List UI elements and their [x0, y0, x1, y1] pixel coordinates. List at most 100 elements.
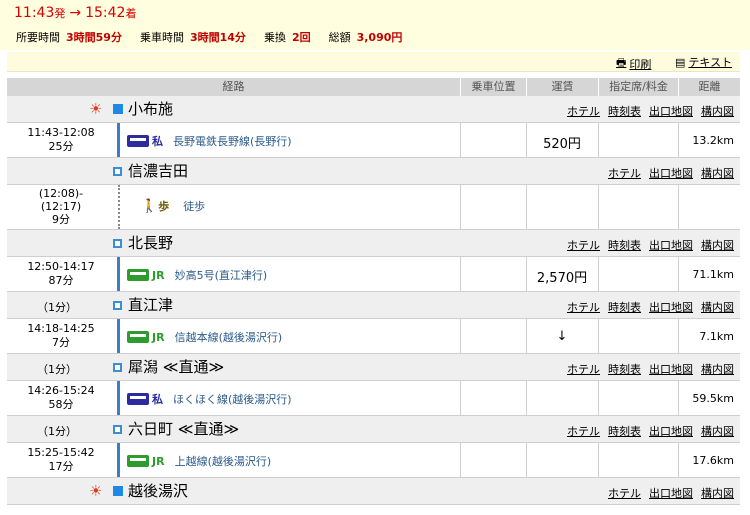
exitmap-link[interactable]: 出口地図 — [649, 423, 693, 439]
total-time-label: 所要時間 — [16, 31, 60, 44]
station-name[interactable]: 越後湯沢 — [128, 482, 188, 500]
hotel-link[interactable]: ホテル — [567, 361, 600, 377]
station-links: ホテル 出口地図 構内図 — [600, 485, 734, 501]
premises-link[interactable]: 構内図 — [701, 237, 734, 253]
col-route: 経路 — [222, 80, 245, 93]
timetable-link[interactable]: 時刻表 — [608, 299, 641, 315]
hotel-link[interactable]: ホテル — [608, 165, 641, 181]
route-table: ☀ 小布施 ホテル 時刻表 出口地図 構内図 11:43-12:08 25分私長野電鉄長野線(… — [7, 96, 740, 505]
distance-value: 7.1km — [699, 330, 734, 343]
station-name[interactable]: 六日町 ≪直通≫ — [128, 420, 239, 438]
route-summary-panel: 11:43発 → 15:42着 所要時間 3時間59分 乗車時間 3時間14分 乗換 2回… — [0, 0, 750, 50]
premises-link[interactable]: 構内図 — [701, 485, 734, 501]
station-name[interactable]: 犀潟 ≪直通≫ — [128, 358, 224, 376]
timetable-link[interactable]: 時刻表 — [608, 423, 641, 439]
walk-line — [118, 185, 120, 229]
distance-value: 59.5km — [692, 392, 734, 405]
document-icon: ▤ — [675, 55, 686, 69]
exitmap-link[interactable]: 出口地図 — [649, 299, 693, 315]
segment-time: 14:18-14:25 7分 — [27, 322, 95, 349]
line-name[interactable]: 妙高5号(直江津行) — [175, 267, 268, 283]
segment-row: 12:50-14:17 87分 JR 妙高5号(直江津行) 2,570円 71.1km — [7, 257, 740, 292]
segment-row: 15:25-15:42 17分 JR 上越線(越後湯沢行) 17.6km — [7, 443, 740, 478]
boarding-position-cell — [460, 381, 461, 415]
segment-time: (12:08)- (12:17) 9分 — [38, 187, 84, 226]
arrive-time: 15:42 — [85, 5, 126, 21]
depart-time: 11:43 — [14, 5, 55, 21]
route-line — [117, 443, 120, 477]
timetable-link[interactable]: 時刻表 — [608, 237, 641, 253]
total-time-value: 3時間59分 — [66, 31, 122, 44]
train-segment: JR 信越本線(越後湯沢行) — [127, 329, 282, 345]
line-name[interactable]: 信越本線(越後湯沢行) — [175, 329, 283, 345]
segment-time: 15:25-15:42 17分 — [27, 446, 95, 473]
distance-value: 13.2km — [692, 134, 734, 147]
timetable-link[interactable]: 時刻表 — [608, 361, 641, 377]
station-marker-icon — [113, 363, 122, 372]
hotel-link[interactable]: ホテル — [567, 423, 600, 439]
hotel-link[interactable]: ホテル — [608, 485, 641, 501]
segment-time: 14:26-15:24 58分 — [27, 384, 95, 411]
distance-value: 17.6km — [692, 454, 734, 467]
operator-badge: JR — [152, 454, 165, 468]
transfer-duration: （1分） — [37, 425, 77, 438]
train-icon — [127, 455, 149, 467]
hotel-link[interactable]: ホテル — [567, 237, 600, 253]
line-name[interactable]: 長野電鉄長野線(長野行) — [173, 133, 292, 149]
segment-row: 11:43-12:08 25分 私長野電鉄長野線(長野行) 520円 13.2km — [7, 123, 740, 158]
route-line — [117, 319, 120, 353]
printer-icon: 🖶 — [616, 56, 627, 69]
hotel-link[interactable]: ホテル — [567, 299, 600, 315]
line-name[interactable]: ほくほく線(越後湯沢行) — [173, 391, 292, 407]
segment-row: 14:18-14:25 7分 JR 信越本線(越後湯沢行) ↓ 7.1km — [7, 319, 740, 354]
premises-link[interactable]: 構内図 — [701, 299, 734, 315]
station-row: ☀ 小布施 ホテル 時刻表 出口地図 構内図 — [7, 96, 740, 123]
station-name[interactable]: 小布施 — [128, 100, 173, 118]
boarding-position-cell — [460, 257, 461, 291]
station-name[interactable]: 信濃吉田 — [128, 162, 188, 180]
exitmap-link[interactable]: 出口地図 — [649, 165, 693, 181]
station-marker-icon — [113, 425, 122, 434]
hotel-link[interactable]: ホテル — [567, 103, 600, 119]
exitmap-link[interactable]: 出口地図 — [649, 237, 693, 253]
premises-link[interactable]: 構内図 — [701, 423, 734, 439]
train-segment: 私長野電鉄長野線(長野行) — [127, 133, 292, 149]
station-links: ホテル 時刻表 出口地図 構内図 — [559, 299, 734, 315]
text-label: テキスト — [688, 56, 733, 69]
train-segment: JR 上越線(越後湯沢行) — [127, 453, 271, 469]
line-name[interactable]: 上越線(越後湯沢行) — [175, 453, 272, 469]
premises-link[interactable]: 構内図 — [701, 361, 734, 377]
timetable-link[interactable]: 時刻表 — [608, 103, 641, 119]
premises-link[interactable]: 構内図 — [701, 103, 734, 119]
transfer-duration: （1分） — [37, 363, 77, 376]
station-links: ホテル 時刻表 出口地図 構内図 — [559, 423, 734, 439]
exitmap-link[interactable]: 出口地図 — [649, 361, 693, 377]
station-row: 信濃吉田 ホテル 出口地図 構内図 — [7, 158, 740, 185]
exitmap-link[interactable]: 出口地図 — [649, 103, 693, 119]
reserved-seat-cell — [598, 257, 599, 291]
station-links: ホテル 時刻表 出口地図 構内図 — [559, 103, 734, 119]
station-row: （1分） 直江津 ホテル 時刻表 出口地図 構内図 — [7, 292, 740, 319]
exitmap-link[interactable]: 出口地図 — [649, 485, 693, 501]
operator-badge: JR — [152, 330, 165, 344]
reserved-seat-cell — [598, 185, 599, 229]
depart-suffix: 発 — [54, 7, 66, 20]
train-icon — [127, 135, 149, 147]
operator-badge: 私 — [152, 135, 163, 148]
premises-link[interactable]: 構内図 — [701, 165, 734, 181]
reserved-seat-cell — [598, 319, 599, 353]
print-toolbar: 🖶 印刷 ▤ テキスト — [7, 52, 740, 72]
route-line — [117, 381, 120, 415]
arrive-suffix: 着 — [125, 7, 137, 20]
print-link[interactable]: 🖶 印刷 — [616, 54, 651, 73]
fare-cell — [526, 381, 527, 415]
station-marker-icon — [113, 239, 122, 248]
reserved-seat-cell — [598, 381, 599, 415]
station-name[interactable]: 直江津 — [128, 296, 173, 314]
station-name[interactable]: 北長野 — [128, 234, 173, 252]
total-fare-value: 3,090円 — [356, 31, 403, 44]
distance-value: 71.1km — [692, 268, 734, 281]
station-links: ホテル 時刻表 出口地図 構内図 — [559, 361, 734, 377]
text-link[interactable]: ▤ テキスト — [675, 54, 732, 70]
walking-person-icon: 🚶 — [141, 198, 158, 214]
